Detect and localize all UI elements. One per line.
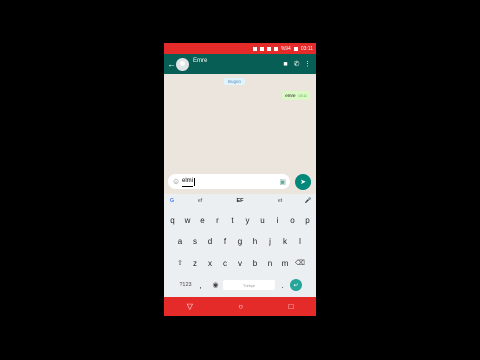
battery-icon — [293, 46, 298, 51]
message-bubble-outgoing[interactable]: emre 03:11 — [282, 91, 310, 100]
recents-nav-icon[interactable]: □ — [288, 302, 293, 311]
battery-level: %94 — [280, 45, 291, 52]
key-c[interactable]: c — [218, 254, 233, 272]
back-nav-icon[interactable]: ▽ — [187, 302, 193, 311]
key-r[interactable]: r — [210, 211, 225, 229]
key-q[interactable]: q — [165, 211, 180, 229]
shift-key-icon[interactable]: ⇧ — [173, 254, 188, 272]
date-chip: Bugün — [224, 78, 246, 85]
enter-key-icon[interactable]: ↵ — [290, 279, 302, 291]
location-icon — [259, 46, 264, 51]
keyboard-row-1: q w e r t y u i o p — [164, 211, 316, 229]
keyboard-row-3: ⇧ z x c v b n m ⌫ — [164, 254, 316, 272]
google-icon[interactable]: G — [164, 198, 180, 204]
chat-header: ← Emre ■ ✆ ⋮ — [164, 54, 316, 74]
key-k[interactable]: k — [278, 232, 293, 250]
key-e[interactable]: e — [195, 211, 210, 229]
symbols-key[interactable]: ?123 — [178, 276, 193, 294]
notification-icon — [252, 46, 257, 51]
keyboard-row-4: ?123 , ◉ Türkçe . ↵ — [164, 276, 316, 294]
key-b[interactable]: b — [248, 254, 263, 272]
suggestion-2[interactable]: EF — [220, 198, 260, 204]
key-a[interactable]: a — [173, 232, 188, 250]
back-arrow-icon[interactable]: ← — [167, 59, 176, 69]
suggestion-strip: G ef EF et 🎤 — [164, 194, 316, 208]
home-nav-icon[interactable]: ○ — [238, 302, 243, 311]
video-call-icon[interactable]: ■ — [280, 61, 291, 68]
status-bar: %94 03:11 — [164, 43, 316, 54]
key-h[interactable]: h — [248, 232, 263, 250]
emoji-icon[interactable]: ☺ — [172, 177, 182, 186]
key-g[interactable]: g — [233, 232, 248, 250]
message-time: 03:11 — [298, 94, 308, 98]
send-button[interactable]: ➤ — [295, 174, 311, 190]
key-s[interactable]: s — [188, 232, 203, 250]
contact-name[interactable]: Emre — [193, 58, 280, 64]
key-n[interactable]: n — [263, 254, 278, 272]
key-f[interactable]: f — [218, 232, 233, 250]
key-period[interactable]: . — [275, 276, 290, 294]
wifi-icon — [266, 46, 271, 51]
more-options-icon[interactable]: ⋮ — [302, 60, 313, 68]
globe-key-icon[interactable]: ◉ — [208, 276, 223, 294]
signal-icon — [273, 46, 278, 51]
key-p[interactable]: p — [300, 211, 315, 229]
key-j[interactable]: j — [263, 232, 278, 250]
key-d[interactable]: d — [203, 232, 218, 250]
camera-icon[interactable]: ▣ — [279, 178, 286, 186]
key-z[interactable]: z — [188, 254, 203, 272]
key-x[interactable]: x — [203, 254, 218, 272]
key-i[interactable]: i — [270, 211, 285, 229]
key-u[interactable]: u — [255, 211, 270, 229]
space-key[interactable]: Türkçe — [223, 280, 275, 290]
key-v[interactable]: v — [233, 254, 248, 272]
key-l[interactable]: l — [293, 232, 308, 250]
suggestion-3[interactable]: et — [260, 198, 300, 204]
phone-screen: %94 03:11 ← Emre ■ ✆ ⋮ Bugün emre 03:11 … — [164, 43, 316, 316]
key-w[interactable]: w — [180, 211, 195, 229]
message-text: emre — [285, 93, 296, 98]
typed-text: elmi — [182, 176, 194, 187]
phone-call-icon[interactable]: ✆ — [291, 60, 302, 68]
key-comma[interactable]: , — [193, 276, 208, 294]
send-icon: ➤ — [300, 179, 306, 186]
message-input[interactable]: elmi — [182, 177, 279, 187]
microphone-icon[interactable]: 🎤 — [300, 198, 316, 204]
suggestion-1[interactable]: ef — [180, 198, 220, 204]
text-caret — [194, 177, 196, 186]
clock: 03:11 — [300, 45, 313, 52]
avatar[interactable] — [176, 57, 189, 71]
message-composer: ☺ elmi ▣ — [168, 174, 290, 189]
keyboard-row-2: a s d f g h j k l — [164, 232, 316, 250]
navigation-bar: ▽ ○ □ — [164, 297, 316, 316]
key-o[interactable]: o — [285, 211, 300, 229]
key-t[interactable]: t — [225, 211, 240, 229]
backspace-key-icon[interactable]: ⌫ — [293, 254, 308, 272]
on-screen-keyboard: G ef EF et 🎤 q w e r t y u i o p a s d f… — [164, 194, 316, 297]
key-m[interactable]: m — [278, 254, 293, 272]
key-y[interactable]: y — [240, 211, 255, 229]
